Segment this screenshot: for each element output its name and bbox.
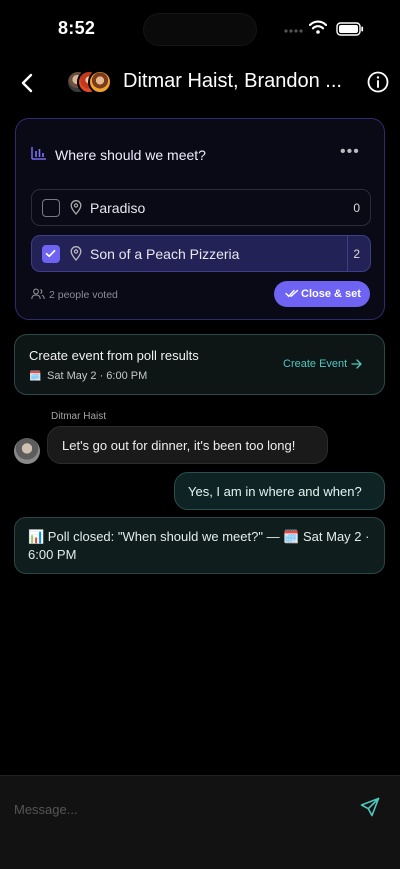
check-icon bbox=[45, 249, 56, 258]
wifi-icon bbox=[309, 20, 327, 34]
create-event-label: Create Event bbox=[283, 358, 348, 370]
poll-option-son-of-a-peach[interactable]: Son of a Peach Pizzeria 2 bbox=[31, 235, 371, 272]
outgoing-message[interactable]: Yes, I am in where and when? bbox=[174, 472, 385, 510]
avatar bbox=[88, 70, 112, 94]
arrow-right-icon bbox=[351, 359, 362, 369]
option-label: Son of a Peach Pizzeria bbox=[90, 246, 240, 262]
poll-question: Where should we meet? bbox=[55, 147, 206, 163]
close-and-set-label: Close & set bbox=[301, 288, 361, 300]
chat-header: Ditmar Haist, Brandon ... bbox=[0, 58, 400, 108]
poll-option-paradiso[interactable]: Paradiso 0 bbox=[31, 189, 371, 226]
group-avatars[interactable] bbox=[66, 70, 114, 96]
option-vote-count: 0 bbox=[353, 201, 360, 215]
incoming-message[interactable]: Let's go out for dinner, it's been too l… bbox=[47, 426, 328, 464]
status-time: 8:52 bbox=[58, 18, 96, 38]
option-vote-count: 2 bbox=[353, 247, 360, 261]
map-pin-icon bbox=[70, 200, 82, 215]
create-event-card: Create event from poll results 🗓️ Sat Ma… bbox=[14, 334, 385, 395]
votes-summary: 2 people voted bbox=[49, 289, 118, 301]
close-and-set-button[interactable]: Close & set bbox=[274, 281, 370, 307]
checkbox[interactable] bbox=[42, 199, 60, 217]
more-horizontal-icon[interactable]: ••• bbox=[340, 143, 360, 161]
checkbox-checked[interactable] bbox=[42, 245, 60, 263]
avatar[interactable] bbox=[14, 438, 40, 464]
event-card-title: Create event from poll results bbox=[29, 348, 199, 363]
option-label: Paradiso bbox=[90, 200, 146, 216]
bar-chart-icon bbox=[31, 147, 46, 160]
send-icon[interactable] bbox=[360, 797, 380, 817]
chevron-left-icon[interactable] bbox=[16, 68, 38, 98]
chat-title[interactable]: Ditmar Haist, Brandon ... bbox=[123, 70, 363, 93]
users-icon bbox=[31, 288, 45, 300]
double-check-icon bbox=[285, 289, 299, 298]
create-event-button[interactable]: Create Event bbox=[283, 358, 362, 370]
vote-bar-divider bbox=[347, 236, 348, 271]
battery-icon bbox=[336, 22, 364, 36]
status-bar: 8:52 bbox=[0, 0, 400, 58]
sender-name: Ditmar Haist bbox=[51, 411, 107, 422]
signal-dots-icon bbox=[284, 29, 303, 33]
system-message[interactable]: 📊 Poll closed: "When should we meet?" — … bbox=[14, 517, 385, 574]
message-composer bbox=[0, 775, 400, 869]
poll-card: Where should we meet? ••• Paradiso 0 Son… bbox=[15, 118, 385, 320]
calendar-icon: 🗓️ bbox=[29, 371, 42, 382]
event-date: Sat May 2 · 6:00 PM bbox=[47, 370, 148, 382]
info-icon[interactable] bbox=[366, 70, 390, 94]
message-input[interactable] bbox=[14, 798, 334, 820]
map-pin-icon bbox=[70, 246, 82, 261]
dynamic-island bbox=[143, 13, 257, 46]
